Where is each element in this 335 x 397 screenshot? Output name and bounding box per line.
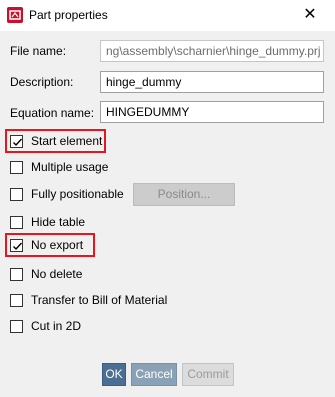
cancel-button[interactable]: Cancel [131, 363, 177, 386]
commit-button[interactable]: Commit [182, 363, 234, 386]
equation-name-label: Equation name: [10, 106, 95, 120]
no-delete-checkbox[interactable]: No delete [10, 265, 82, 283]
file-name-label: File name: [10, 44, 67, 58]
window-title: Part properties [29, 8, 108, 22]
equation-name-field[interactable]: HINGEDUMMY [100, 101, 324, 123]
hide-table-label: Hide table [31, 215, 86, 229]
hide-table-checkbox[interactable]: Hide table [10, 213, 85, 231]
description-label: Description: [10, 75, 74, 89]
checkbox-box[interactable] [10, 267, 23, 281]
close-icon[interactable]: ✕ [300, 5, 320, 25]
checkbox-box[interactable] [10, 160, 23, 174]
app-icon [7, 7, 23, 23]
no-delete-label: No delete [31, 267, 83, 281]
description-field[interactable]: hinge_dummy [100, 71, 324, 93]
fully-positionable-checkbox[interactable]: Fully positionable [10, 185, 124, 203]
file-name-field[interactable]: ng\assembly\scharnier\hinge_dummy.prj [100, 40, 324, 62]
cut-in-2d-checkbox[interactable]: Cut in 2D [10, 317, 81, 335]
cut-in-2d-label: Cut in 2D [31, 319, 82, 333]
checkbox-box[interactable] [10, 319, 23, 333]
checkbox-box[interactable] [10, 293, 23, 307]
title-bar: Part properties ✕ [0, 0, 335, 31]
multiple-usage-label: Multiple usage [31, 160, 109, 174]
checkbox-box[interactable] [10, 187, 23, 201]
highlight-start-element [5, 129, 106, 153]
position-button[interactable]: Position... [133, 183, 235, 206]
multiple-usage-checkbox[interactable]: Multiple usage [10, 158, 108, 176]
ok-button[interactable]: OK [102, 363, 126, 386]
checkbox-box[interactable] [10, 215, 23, 229]
transfer-bom-label: Transfer to Bill of Material [31, 293, 168, 307]
fully-positionable-label: Fully positionable [31, 187, 124, 201]
highlight-no-export [5, 233, 95, 257]
transfer-bom-checkbox[interactable]: Transfer to Bill of Material [10, 291, 167, 309]
